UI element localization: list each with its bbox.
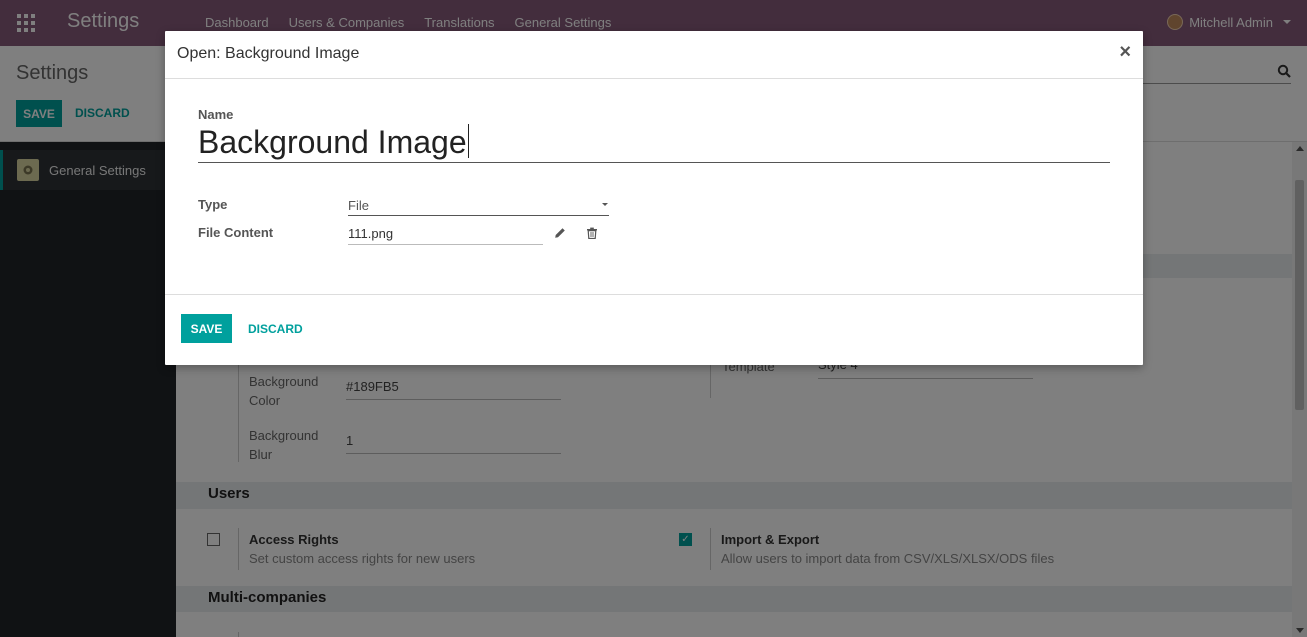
dialog-save-button[interactable]: SAVE bbox=[181, 314, 232, 343]
trash-icon[interactable] bbox=[586, 227, 598, 239]
dialog-footer: SAVE DISCARD bbox=[165, 294, 1143, 365]
type-select[interactable]: File bbox=[348, 197, 609, 216]
dialog-body: Name Background Image Type File File Con… bbox=[165, 79, 1143, 294]
file-content-field[interactable]: 111.png bbox=[348, 224, 543, 245]
open-record-dialog: Open: Background Image × Name Background… bbox=[165, 31, 1143, 365]
pencil-icon[interactable] bbox=[554, 227, 566, 239]
type-label: Type bbox=[198, 197, 228, 212]
dialog-header: Open: Background Image × bbox=[165, 31, 1143, 79]
name-input[interactable]: Background Image bbox=[198, 123, 1110, 163]
file-content-label: File Content bbox=[198, 225, 274, 240]
dialog-title: Open: Background Image bbox=[177, 45, 360, 62]
text-cursor bbox=[467, 124, 469, 158]
dialog-discard-button[interactable]: DISCARD bbox=[248, 322, 303, 336]
close-icon[interactable]: × bbox=[1119, 42, 1131, 62]
name-value: Background Image bbox=[198, 124, 467, 160]
name-label: Name bbox=[198, 107, 234, 122]
dropdown-caret-icon bbox=[602, 203, 608, 206]
type-value: File bbox=[348, 198, 369, 213]
